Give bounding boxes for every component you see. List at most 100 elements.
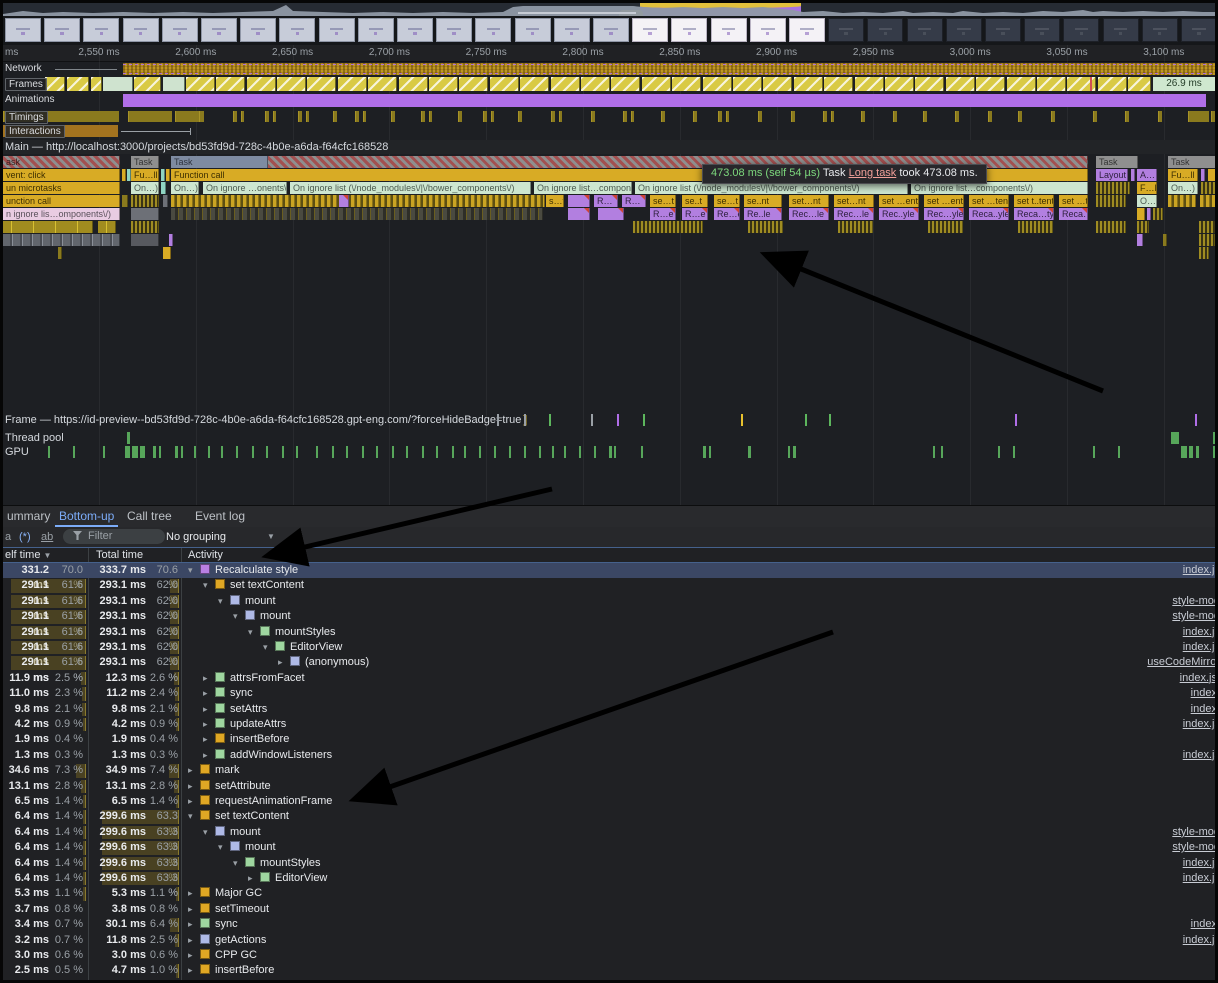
source-link[interactable]: style-mod — [1172, 609, 1215, 624]
filmstrip-thumbnail[interactable] — [240, 18, 276, 42]
filmstrip-thumbnail[interactable] — [711, 18, 747, 42]
expand-icon[interactable]: ▸ — [188, 948, 200, 963]
flame-bar[interactable]: R… — [594, 195, 618, 207]
source-link[interactable]: index.js — [1183, 748, 1215, 763]
flame-bar[interactable]: se…t — [650, 195, 676, 207]
filmstrip-thumbnail[interactable] — [436, 18, 472, 42]
collapse-icon[interactable]: ▾ — [203, 825, 215, 840]
source-link[interactable]: index.js — [1183, 933, 1215, 948]
table-row[interactable]: 3.2 ms0.7 %11.8 ms2.5 %▸getActionsindex.… — [3, 933, 1215, 948]
table-row[interactable]: 6.4 ms1.4 %299.6 ms63.3 %▸EditorViewinde… — [3, 871, 1215, 886]
source-link[interactable]: style-mod — [1172, 594, 1215, 609]
flame-bar[interactable]: se..nt — [744, 195, 782, 207]
flame-bar[interactable] — [1096, 182, 1130, 194]
filmstrip-thumbnail[interactable] — [867, 18, 903, 42]
flame-bar[interactable] — [1096, 221, 1126, 233]
flame-bar[interactable] — [131, 234, 159, 246]
table-row[interactable]: 331.2 ms70.0 %333.7 ms70.6 %▾Recalculate… — [3, 563, 1215, 578]
flame-bar[interactable] — [1137, 208, 1145, 220]
filmstrip-thumbnail[interactable] — [750, 18, 786, 42]
frame-block[interactable] — [1098, 77, 1127, 91]
flame-bar[interactable] — [748, 221, 783, 233]
frame-block[interactable] — [733, 77, 762, 91]
expand-icon[interactable]: ▸ — [188, 963, 200, 978]
expand-icon[interactable]: ▸ — [188, 886, 200, 901]
filmstrip-thumbnail[interactable] — [789, 18, 825, 42]
flame-bar[interactable]: O… — [1137, 195, 1157, 207]
frame-block[interactable] — [307, 77, 336, 91]
expand-icon[interactable]: ▸ — [203, 702, 215, 717]
flame-bar[interactable] — [169, 234, 173, 246]
table-row[interactable]: 5.3 ms1.1 %5.3 ms1.1 %▸Major GC — [3, 886, 1215, 901]
gpu-track[interactable]: GPU — [3, 445, 1215, 459]
filmstrip-thumbnail[interactable] — [515, 18, 551, 42]
filmstrip-thumbnail[interactable] — [1142, 18, 1178, 42]
cpu-overview-strip[interactable] — [3, 3, 1215, 16]
grouping-caret-icon[interactable]: ▼ — [267, 527, 275, 547]
flame-bar[interactable]: Fu…ll — [1168, 169, 1198, 181]
column-total-time[interactable]: Total time — [96, 548, 143, 562]
flame-bar[interactable]: Rec…le — [834, 208, 874, 220]
flame-bar[interactable]: se..t — [682, 195, 708, 207]
flame-bar[interactable]: unction call — [3, 195, 120, 207]
filmstrip-thumbnail[interactable] — [358, 18, 394, 42]
filmstrip-thumbnail[interactable] — [162, 18, 198, 42]
source-link[interactable]: index.js — [1183, 856, 1215, 871]
flame-bar[interactable] — [1200, 195, 1215, 207]
frame-block[interactable] — [247, 77, 276, 91]
filmstrip-thumbnail[interactable] — [946, 18, 982, 42]
source-link[interactable]: index.js — [1183, 871, 1215, 886]
frame-section-header[interactable]: Frame — https://id-preview--bd53fd9d-728… — [3, 413, 1215, 427]
table-row[interactable]: 1.3 ms0.3 %1.3 ms0.3 %▸addWindowListener… — [3, 748, 1215, 763]
frame-block[interactable] — [163, 77, 185, 91]
flame-bar[interactable] — [568, 195, 590, 207]
frame-block[interactable] — [459, 77, 488, 91]
flame-bar[interactable]: un microtasks — [3, 182, 120, 194]
collapse-icon[interactable]: ▾ — [218, 840, 230, 855]
flame-bar[interactable] — [1201, 169, 1205, 181]
flame-bar[interactable] — [1153, 208, 1163, 220]
source-link[interactable]: index.js: — [1180, 671, 1215, 686]
table-row[interactable]: 9.8 ms2.1 %9.8 ms2.1 %▸setAttrsindex. — [3, 702, 1215, 717]
flame-bar[interactable]: ask — [3, 156, 120, 168]
flame-bar[interactable]: Re..le — [744, 208, 782, 220]
filmstrip-thumbnail[interactable] — [201, 18, 237, 42]
flame-bar[interactable]: On ignore …onents\/) — [203, 182, 287, 194]
flame-bar[interactable] — [1201, 182, 1215, 194]
expand-icon[interactable]: ▸ — [188, 794, 200, 809]
frame-block[interactable] — [703, 77, 732, 91]
flame-bar[interactable] — [122, 195, 128, 207]
flame-bar[interactable]: Fu…ll — [131, 169, 159, 181]
flame-bar[interactable]: On…) — [131, 182, 159, 194]
table-row[interactable]: 2.5 ms0.5 %4.7 ms1.0 %▸insertBefore — [3, 963, 1215, 978]
frame-block[interactable] — [581, 77, 610, 91]
filmstrip-thumbnail[interactable] — [1103, 18, 1139, 42]
frame-block[interactable] — [976, 77, 1005, 91]
frame-block[interactable] — [216, 77, 245, 91]
flame-bar[interactable] — [339, 195, 349, 207]
table-row[interactable]: 13.1 ms2.8 %13.1 ms2.8 %▸setAttribute — [3, 779, 1215, 794]
table-row[interactable]: 291.1 ms61.6 %293.1 ms62.0 %▸(anonymous)… — [3, 655, 1215, 670]
flame-bar[interactable] — [131, 208, 159, 220]
collapse-icon[interactable]: ▾ — [233, 609, 245, 624]
filmstrip-thumbnail[interactable] — [985, 18, 1021, 42]
regex-icon[interactable]: (*) — [19, 527, 31, 547]
tab-call-tree[interactable]: Call tree — [123, 506, 176, 527]
flame-bar[interactable] — [1137, 221, 1149, 233]
expand-icon[interactable]: ▸ — [203, 732, 215, 747]
table-row[interactable]: 3.7 ms0.8 %3.8 ms0.8 %▸setTimeout — [3, 902, 1215, 917]
collapse-icon[interactable]: ▾ — [233, 856, 245, 871]
table-row[interactable]: 34.6 ms7.3 %34.9 ms7.4 %▸mark — [3, 763, 1215, 778]
table-row[interactable]: 6.4 ms1.4 %299.6 ms63.3 %▾mountstyle-mod — [3, 840, 1215, 855]
expand-icon[interactable]: ▸ — [203, 686, 215, 701]
frame-block[interactable] — [763, 77, 792, 91]
table-row[interactable]: 6.4 ms1.4 %299.6 ms63.3 %▾set textConten… — [3, 809, 1215, 824]
filmstrip-thumbnail[interactable] — [475, 18, 511, 42]
frame-block[interactable] — [103, 77, 133, 91]
frame-block[interactable] — [1128, 77, 1151, 91]
flame-bar[interactable] — [163, 247, 171, 259]
flame-bar[interactable]: set …tent — [1059, 195, 1088, 207]
filmstrip-thumbnail[interactable] — [397, 18, 433, 42]
table-row[interactable]: 11.9 ms2.5 %12.3 ms2.6 %▸attrsFromFaceti… — [3, 671, 1215, 686]
table-row[interactable]: 11.0 ms2.3 %11.2 ms2.4 %▸syncindex. — [3, 686, 1215, 701]
